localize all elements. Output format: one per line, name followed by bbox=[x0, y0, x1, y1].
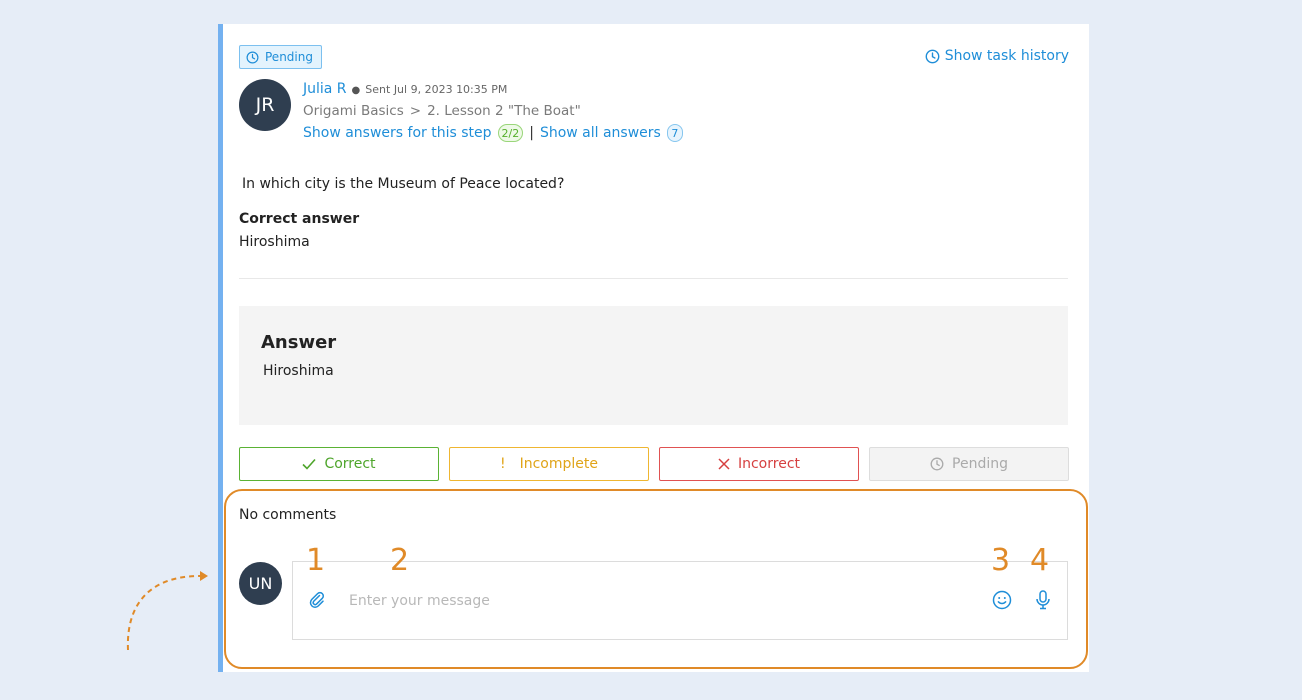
incorrect-button-label: Incorrect bbox=[737, 456, 801, 472]
annotation-marker-2: 2 bbox=[390, 543, 410, 578]
pending-button[interactable]: Pending bbox=[869, 447, 1069, 481]
correct-answer-value: Hiroshima bbox=[239, 234, 310, 250]
correct-button[interactable]: Correct bbox=[239, 447, 439, 481]
incomplete-button[interactable]: ! Incomplete bbox=[449, 447, 649, 481]
answer-links: Show answers for this step 2/2 | Show al… bbox=[303, 124, 683, 142]
annotation-marker-1: 1 bbox=[306, 543, 326, 578]
clock-icon bbox=[925, 49, 940, 63]
divider bbox=[239, 278, 1068, 279]
status-badge-label: Pending bbox=[265, 50, 313, 64]
all-answers-count-badge: 7 bbox=[666, 124, 683, 142]
breadcrumb-lesson: 2. Lesson 2 "The Boat" bbox=[427, 103, 581, 119]
step-answers-count-badge: 2/2 bbox=[497, 124, 524, 142]
question-text: In which city is the Museum of Peace loc… bbox=[242, 176, 565, 192]
answer-text: Hiroshima bbox=[263, 363, 334, 379]
show-task-history-link[interactable]: Show task history bbox=[925, 48, 1069, 64]
show-task-history-label: Show task history bbox=[944, 48, 1069, 64]
commenter-initials: UN bbox=[248, 574, 273, 593]
links-divider: | bbox=[529, 125, 534, 141]
curved-arrow-icon bbox=[126, 571, 208, 651]
microphone-icon bbox=[1036, 590, 1050, 610]
avatar: JR bbox=[239, 79, 291, 131]
show-step-answers-link[interactable]: Show answers for this step bbox=[303, 125, 492, 141]
commenter-avatar: UN bbox=[239, 562, 282, 605]
sent-timestamp: Sent Jul 9, 2023 10:35 PM bbox=[365, 83, 508, 96]
clock-icon bbox=[246, 51, 259, 63]
paperclip-icon bbox=[309, 591, 324, 608]
answer-box: Answer Hiroshima bbox=[239, 306, 1068, 425]
submission-meta: Julia R ● Sent Jul 9, 2023 10:35 PM Orig… bbox=[303, 81, 683, 142]
correct-button-label: Correct bbox=[324, 456, 376, 472]
check-icon bbox=[302, 458, 317, 470]
show-all-answers-link[interactable]: Show all answers bbox=[540, 125, 661, 141]
avatar-initials: JR bbox=[255, 94, 275, 116]
attach-button[interactable] bbox=[306, 589, 328, 611]
exclamation-icon: ! bbox=[499, 456, 506, 472]
breadcrumb-separator: > bbox=[409, 103, 422, 119]
close-icon bbox=[718, 458, 730, 470]
correct-answer-title: Correct answer bbox=[239, 211, 360, 227]
breadcrumb-course: Origami Basics bbox=[303, 103, 404, 119]
user-name-link[interactable]: Julia R bbox=[303, 81, 347, 97]
comments-title: No comments bbox=[239, 507, 337, 523]
incomplete-button-label: Incomplete bbox=[519, 456, 599, 472]
smiley-icon bbox=[992, 590, 1012, 610]
clock-icon bbox=[930, 457, 944, 471]
breadcrumb: Origami Basics > 2. Lesson 2 "The Boat" bbox=[303, 103, 683, 119]
incorrect-button[interactable]: Incorrect bbox=[659, 447, 859, 481]
status-badge: Pending bbox=[239, 45, 322, 69]
task-card: Pending Show task history JR Julia R ● S… bbox=[218, 24, 1089, 672]
annotation-marker-4: 4 bbox=[1030, 543, 1050, 578]
meta-dot: ● bbox=[351, 85, 361, 96]
answer-title: Answer bbox=[261, 332, 337, 353]
annotation-marker-3: 3 bbox=[991, 543, 1011, 578]
emoji-button[interactable] bbox=[991, 589, 1013, 611]
voice-button[interactable] bbox=[1032, 589, 1054, 611]
message-input[interactable] bbox=[347, 588, 971, 614]
pending-button-label: Pending bbox=[952, 456, 1008, 472]
